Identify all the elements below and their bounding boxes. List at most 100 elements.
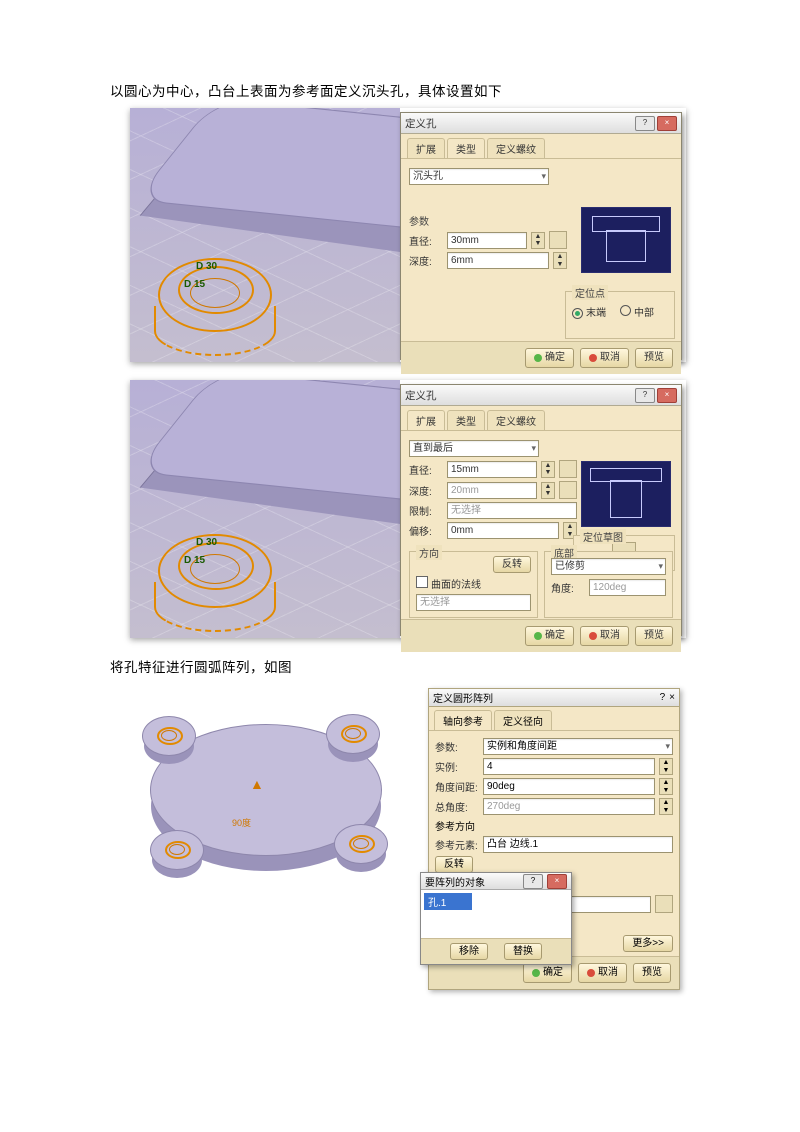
depth-spinner: ▲▼ bbox=[541, 482, 555, 499]
surface-normal-input[interactable]: 无选择 bbox=[416, 594, 531, 611]
tab-extension[interactable]: 扩展 bbox=[407, 410, 445, 430]
cad-viewport: D 30 D 15 bbox=[130, 108, 400, 362]
depth-spinner[interactable]: ▲▼ bbox=[553, 252, 567, 269]
diameter-fx-button[interactable] bbox=[549, 231, 567, 249]
panel-title: 定义圆形阵列 bbox=[433, 690, 493, 705]
tab-axial[interactable]: 轴向参考 bbox=[434, 710, 492, 730]
instances-label: 实例: bbox=[435, 759, 479, 774]
angle-spacing-spinner[interactable]: ▲▼ bbox=[659, 778, 673, 795]
depth-label: 深度: bbox=[409, 253, 443, 268]
direction-group-title: 方向 bbox=[416, 545, 442, 560]
close-icon[interactable]: × bbox=[669, 692, 675, 703]
diameter-spinner[interactable]: ▲▼ bbox=[541, 461, 555, 478]
hole-dialog: 定义孔 ? × 扩展 类型 定义螺纹 沉头孔 参数 bbox=[400, 112, 682, 360]
tab-type[interactable]: 类型 bbox=[447, 138, 485, 158]
refdir-heading: 参考方向 bbox=[435, 818, 673, 833]
tab-type[interactable]: 类型 bbox=[447, 410, 485, 430]
total-angle-spinner: ▲▼ bbox=[659, 798, 673, 815]
dimension-d15: D 15 bbox=[184, 555, 205, 566]
list-item[interactable]: 孔.1 bbox=[424, 893, 472, 910]
ref-element-input[interactable]: 凸台 边线.1 bbox=[483, 836, 673, 853]
angle-spacing-input[interactable]: 90deg bbox=[483, 778, 655, 795]
cancel-button[interactable]: 取消 bbox=[580, 626, 629, 646]
dialog-title: 定义孔 bbox=[405, 116, 437, 131]
diameter-label: 直径: bbox=[409, 462, 443, 477]
tab-thread[interactable]: 定义螺纹 bbox=[487, 138, 545, 158]
extent-combo[interactable]: 直到最后 bbox=[409, 440, 539, 457]
preview-button[interactable]: 预览 bbox=[633, 963, 671, 983]
dimension-d30: D 30 bbox=[196, 537, 217, 548]
surface-normal-check[interactable] bbox=[416, 576, 428, 588]
panel-titlebar: 定义圆形阵列 ?× bbox=[429, 689, 679, 707]
paragraph-1: 以圆心为中心，凸台上表面为参考面定义沉头孔，具体设置如下 bbox=[110, 80, 800, 100]
tab-radial[interactable]: 定义径向 bbox=[494, 710, 552, 730]
remove-button[interactable]: 移除 bbox=[450, 943, 488, 960]
dimension-d15: D 15 bbox=[184, 279, 205, 290]
reverse-button[interactable]: 反转 bbox=[493, 556, 531, 573]
dialog-titlebar: 定义孔 ? × bbox=[401, 113, 681, 134]
cad-viewport: D 30 D 15 bbox=[130, 380, 400, 638]
offset-input[interactable]: 0mm bbox=[447, 522, 559, 539]
sketch-group-title: 定位草图 bbox=[580, 529, 626, 544]
anchor-group-title: 定位点 bbox=[572, 285, 608, 300]
help-icon[interactable]: ? bbox=[660, 692, 666, 703]
param-combo[interactable]: 实例和角度间距 bbox=[483, 738, 673, 755]
tab-bar: 扩展 类型 定义螺纹 bbox=[401, 134, 681, 159]
tab-extension[interactable]: 扩展 bbox=[407, 138, 445, 158]
cancel-button[interactable]: 取消 bbox=[580, 348, 629, 368]
preview-button[interactable]: 预览 bbox=[635, 626, 673, 646]
figure-2: D 30 D 15 定义孔 ? × 扩展 类型 定义螺纹 直到最后 bbox=[130, 380, 686, 638]
object-list-button[interactable] bbox=[655, 895, 673, 913]
ok-button[interactable]: 确定 bbox=[523, 963, 572, 983]
figure-3: ▲ 90度 定义圆形阵列 ?× 轴向参考 定义径向 参数:实例和角度间距 实例:… bbox=[120, 684, 680, 952]
depth-input: 20mm bbox=[447, 482, 537, 499]
close-button[interactable]: × bbox=[657, 116, 677, 131]
close-button[interactable]: × bbox=[657, 388, 677, 403]
bottom-combo[interactable]: 已修剪 bbox=[551, 558, 666, 575]
total-angle-label: 总角度: bbox=[435, 799, 479, 814]
angle-input: 120deg bbox=[589, 579, 666, 596]
help-button[interactable]: ? bbox=[635, 388, 655, 403]
tab-thread[interactable]: 定义螺纹 bbox=[487, 410, 545, 430]
help-button[interactable]: ? bbox=[635, 116, 655, 131]
objects-list-dialog: 要阵列的对象 ? × 孔.1 移除 替换 bbox=[420, 872, 572, 965]
limit-label: 限制: bbox=[409, 503, 443, 518]
surface-normal-label: 曲面的法线 bbox=[431, 580, 481, 591]
instances-spinner[interactable]: ▲▼ bbox=[659, 758, 673, 775]
cancel-button[interactable]: 取消 bbox=[578, 963, 627, 983]
diameter-input[interactable]: 30mm bbox=[447, 232, 527, 249]
ok-button[interactable]: 确定 bbox=[525, 626, 574, 646]
hole-dialog: 定义孔 ? × 扩展 类型 定义螺纹 直到最后 bbox=[400, 384, 682, 636]
angle-label: 角度: bbox=[551, 580, 585, 595]
help-button[interactable]: ? bbox=[523, 874, 543, 889]
hole-preview bbox=[581, 461, 671, 527]
angle-spacing-label: 角度间距: bbox=[435, 779, 479, 794]
depth-input[interactable]: 6mm bbox=[447, 252, 549, 269]
instances-input[interactable]: 4 bbox=[483, 758, 655, 775]
objects-list-titlebar: 要阵列的对象 ? × bbox=[421, 873, 571, 890]
more-button[interactable]: 更多>> bbox=[623, 935, 673, 952]
figure-1: D 30 D 15 定义孔 ? × 扩展 类型 定义螺纹 沉头孔 bbox=[130, 108, 686, 362]
preview-button[interactable]: 预览 bbox=[635, 348, 673, 368]
diameter-label: 直径: bbox=[409, 233, 443, 248]
dialog-title: 定义孔 bbox=[405, 388, 437, 403]
depth-fx-button[interactable] bbox=[559, 481, 577, 499]
tab-bar: 扩展 类型 定义螺纹 bbox=[401, 406, 681, 431]
anchor-end-radio[interactable]: 末端 bbox=[572, 304, 606, 319]
reverse-button[interactable]: 反转 bbox=[435, 856, 473, 873]
hole-preview bbox=[581, 207, 671, 273]
ok-button[interactable]: 确定 bbox=[525, 348, 574, 368]
limit-input[interactable]: 无选择 bbox=[447, 502, 577, 519]
hole-type-combo[interactable]: 沉头孔 bbox=[409, 168, 549, 185]
replace-button[interactable]: 替换 bbox=[504, 943, 542, 960]
dialog-titlebar: 定义孔 ? × bbox=[401, 385, 681, 406]
diameter-input[interactable]: 15mm bbox=[447, 461, 537, 478]
ref-element-label: 参考元素: bbox=[435, 837, 479, 852]
objects-list-title: 要阵列的对象 bbox=[425, 874, 485, 889]
param-label: 参数: bbox=[435, 739, 479, 754]
diameter-spinner[interactable]: ▲▼ bbox=[531, 232, 545, 249]
anchor-mid-radio[interactable]: 中部 bbox=[620, 304, 654, 319]
dimension-d30: D 30 bbox=[196, 261, 217, 272]
close-button[interactable]: × bbox=[547, 874, 567, 889]
diameter-fx-button[interactable] bbox=[559, 460, 577, 478]
